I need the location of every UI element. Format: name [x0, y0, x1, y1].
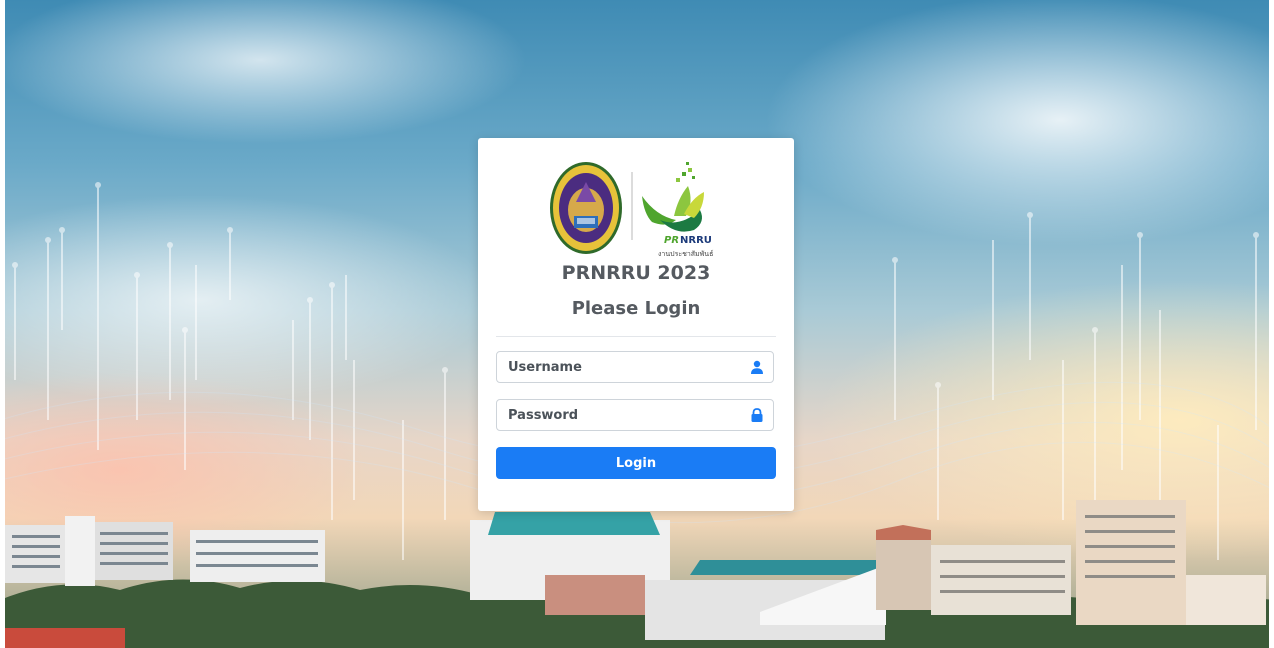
username-input[interactable] [497, 352, 737, 382]
password-field [496, 399, 774, 431]
login-card: PR NRRU งานประชาสัมพันธ์ PRNRRU 2023 Ple… [478, 138, 794, 511]
university-seal-logo [550, 162, 622, 254]
user-icon [751, 360, 763, 374]
pr-text: PR [664, 235, 679, 246]
logo-group: PR NRRU งานประชาสัมพันธ์ [550, 162, 713, 258]
divider [496, 336, 776, 337]
pr-nrru-logo: PR NRRU งานประชาสัมพันธ์ [642, 162, 713, 258]
right-edge [1269, 0, 1274, 648]
login-page: PR NRRU งานประชาสัมพันธ์ PRNRRU 2023 Ple… [0, 0, 1274, 648]
left-edge [0, 0, 5, 648]
page-title: PRNRRU 2023 [561, 262, 711, 284]
username-field [496, 351, 774, 383]
password-input[interactable] [497, 400, 737, 430]
nrru-text: NRRU [680, 235, 712, 246]
login-subtitle: Please Login [571, 298, 701, 319]
login-button[interactable]: Login [496, 447, 776, 479]
lock-icon [751, 408, 763, 422]
pr-caption-text: งานประชาสัมพันธ์ [658, 250, 713, 258]
